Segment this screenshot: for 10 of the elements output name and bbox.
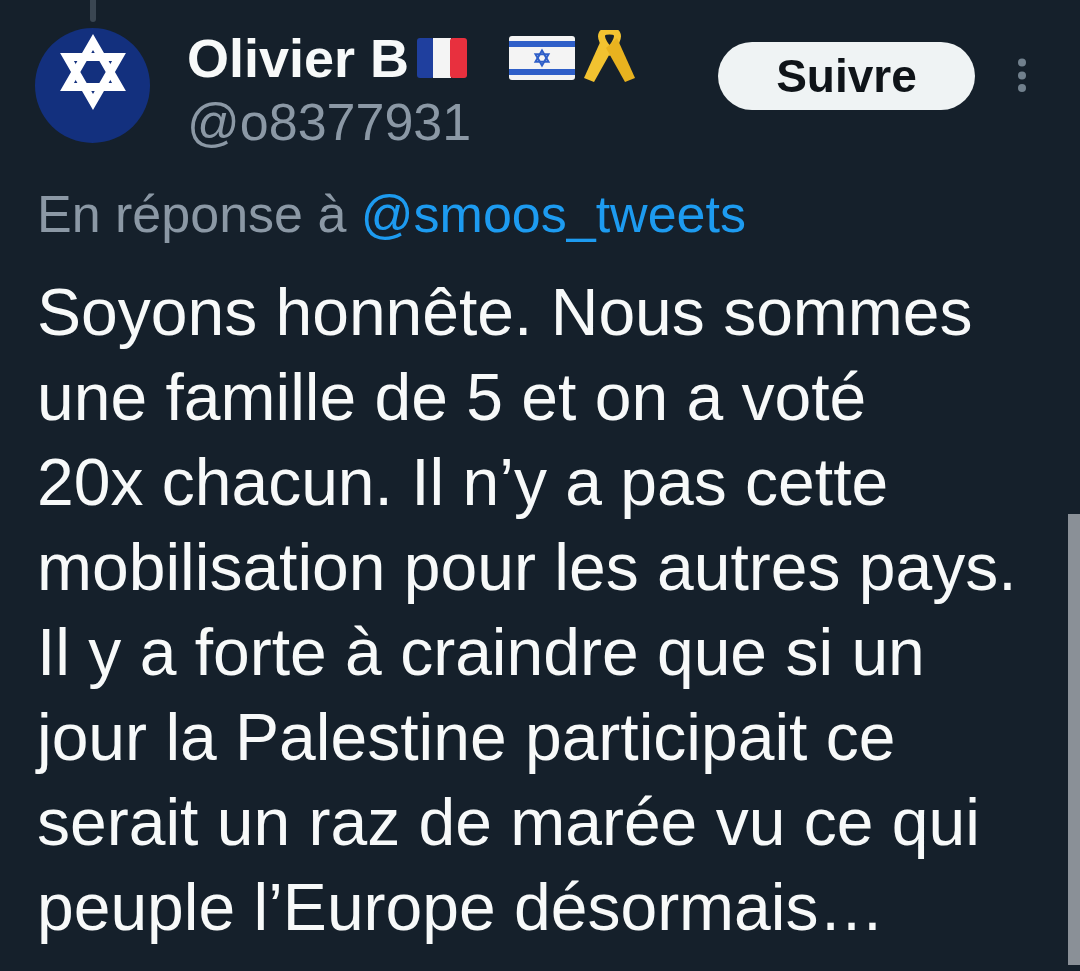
reply-context-text: En réponse à @smoos_tweets bbox=[37, 184, 746, 245]
mention-link[interactable]: @smoos_tweets bbox=[360, 185, 746, 243]
follow-button[interactable]: Suivre bbox=[718, 42, 975, 110]
israeli-flag-icon bbox=[509, 36, 576, 80]
tweet-text: Soyons honnête. Nous sommes une famille de 5 et on a voté 20x chacun. Il n’y a pas cette mobilisation pour les autres pays. Il y a forte à craindre que si un jour la Palestine participait ce serait un raz de marée vu ce qui peuple l’Europe désormais… bbox=[37, 274, 1017, 946]
more-options-icon[interactable] bbox=[1017, 58, 1027, 92]
scrollbar-thumb[interactable] bbox=[1068, 514, 1080, 965]
author-handle[interactable]: @o8377931 bbox=[187, 92, 640, 152]
author-name[interactable]: Olivier B bbox=[187, 27, 410, 89]
french-flag-icon bbox=[417, 36, 468, 80]
